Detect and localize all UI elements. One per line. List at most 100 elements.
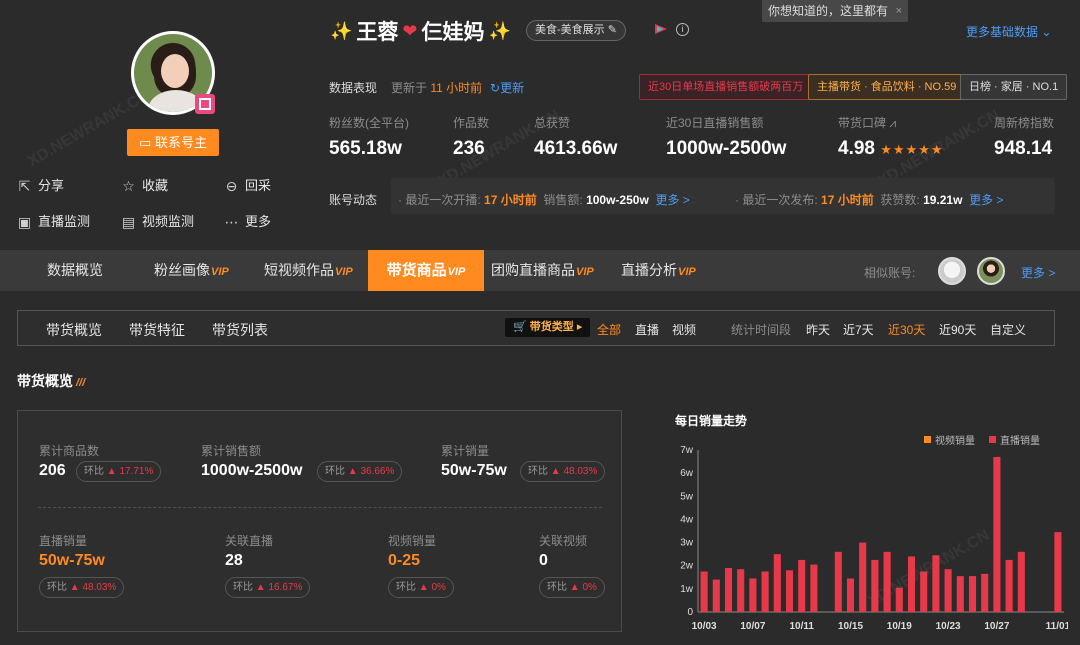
tooltip-close-icon[interactable]: × — [896, 0, 902, 22]
period-90-days[interactable]: 近90天 — [939, 321, 976, 338]
period-7-days[interactable]: 近7天 — [843, 321, 874, 338]
sparkle-icon: ✨ — [488, 20, 511, 41]
bar-live — [724, 568, 733, 612]
period-custom[interactable]: 自定义 — [990, 321, 1026, 338]
x-tick-label: 11/01 — [1046, 621, 1068, 632]
star-icon: ☆ — [122, 177, 135, 194]
metric-label: 累计销售额 — [201, 444, 262, 458]
period-30-days[interactable]: 近30天 — [888, 321, 925, 338]
live-more-link[interactable]: 更多 > — [655, 193, 689, 207]
metric-value: 28 — [225, 552, 243, 569]
bar-live — [968, 576, 977, 612]
x-tick-label: 10/23 — [936, 621, 961, 632]
change-chip: 环比 ▲ 0% — [388, 577, 454, 598]
video-monitor-button[interactable]: ▤ 视频监测 — [121, 212, 194, 232]
metric-value: 0-25 — [388, 552, 421, 569]
bar-live — [920, 571, 928, 612]
edit-icon: ✎ — [607, 24, 617, 36]
x-tick-label: 10/15 — [838, 621, 863, 632]
period-yesterday[interactable]: 昨天 — [806, 321, 830, 338]
change-chip: 环比 ▲ 17.71% — [76, 461, 162, 482]
x-tick-label: 10/11 — [789, 621, 814, 632]
recollect-button[interactable]: ⊖ 回采 — [224, 176, 271, 196]
share-icon: ⇱ — [18, 177, 31, 194]
similar-accounts-label: 相似账号: — [864, 266, 916, 280]
tab-group-live-products[interactable]: 团购直播商品VIP — [491, 250, 594, 291]
cart-icon: 🛒 — [513, 321, 527, 333]
tab-products[interactable]: 带货商品VIP — [368, 250, 484, 291]
y-tick-label: 1w — [680, 584, 694, 595]
subtab-features[interactable]: 带货特征 — [129, 320, 185, 340]
category-tag[interactable]: 美食-美食展示 ✎ — [526, 20, 626, 41]
refresh-button[interactable]: ↻更新 — [490, 79, 524, 96]
bar-live — [883, 551, 891, 612]
tab-fan-profile[interactable]: 粉丝画像VIP — [154, 250, 229, 291]
tab-short-videos[interactable]: 短视频作品VIP — [264, 250, 353, 291]
bar-live — [773, 554, 781, 612]
panel-divider — [38, 507, 602, 508]
info-icon[interactable]: i — [676, 23, 689, 36]
filter-video[interactable]: 视频 — [672, 321, 696, 338]
share-button[interactable]: ⇱ 分享 — [17, 176, 64, 196]
y-tick-label: 2w — [680, 561, 694, 572]
bar-live — [907, 556, 916, 612]
more-icon: ⋯ — [224, 213, 239, 230]
dynamics-label: 账号动态 — [329, 193, 378, 207]
similar-account-avatar[interactable] — [977, 257, 1005, 285]
performance-label: 数据表现 — [329, 81, 378, 95]
refresh-icon: ↻ — [490, 81, 501, 95]
change-chip: 环比 ▲ 36.66% — [317, 461, 403, 482]
account-name: ✨ 王蓉 ❤ 仨娃妈 ✨ — [330, 20, 511, 45]
metric-value: 0 — [539, 552, 548, 569]
subtab-list[interactable]: 带货列表 — [212, 320, 268, 340]
contact-owner-button[interactable]: ▭ 联系号主 — [127, 129, 219, 156]
more-actions-button[interactable]: ⋯ 更多 — [224, 212, 272, 232]
subtab-overview[interactable]: 带货概览 — [46, 320, 102, 340]
tooltip-text: 你想知道的，这里都有 — [768, 4, 889, 18]
period-label: 统计时间段 — [731, 323, 792, 337]
daily-rank-badge: 日榜 · 家居 · NO.1 — [960, 74, 1068, 100]
bar-live — [956, 576, 964, 612]
filter-live[interactable]: 直播 — [635, 321, 659, 338]
post-more-link[interactable]: 更多 > — [969, 193, 1003, 207]
chevron-down-icon: ⌄ — [1041, 25, 1052, 39]
qr-code-icon[interactable] — [195, 94, 215, 114]
section-title: 带货概览/// — [17, 373, 86, 389]
change-chip: 环比 ▲ 16.67% — [225, 577, 311, 598]
overview-panel — [17, 410, 622, 632]
bar-live — [834, 551, 842, 612]
sparkle-icon: ✨ — [330, 20, 353, 41]
bar-live — [761, 571, 769, 612]
stat-value: 4.98 ★★★★★ — [838, 138, 944, 159]
change-chip: 环比 ▲ 48.03% — [520, 461, 606, 482]
bar-live — [895, 587, 903, 612]
favorite-button[interactable]: ☆ 收藏 — [121, 176, 168, 196]
y-tick-label: 6w — [680, 468, 694, 479]
metric-label: 关联直播 — [225, 534, 274, 548]
product-type-badge: 🛒 带货类型 ▸ — [505, 318, 591, 337]
last-post-info: · 最近一次发布: 17 小时前 获赞数: 19.21w 更多 > — [735, 193, 1004, 207]
more-similar-link[interactable]: 更多 > — [1021, 264, 1055, 281]
tab-live-analysis[interactable]: 直播分析VIP — [621, 250, 696, 291]
metric-label: 累计商品数 — [39, 444, 100, 458]
stat-label: 周新榜指数 — [994, 116, 1055, 130]
tab-data-overview[interactable]: 数据概览 — [47, 250, 103, 291]
stat-value: 948.14 — [994, 138, 1053, 159]
more-basic-data-link[interactable]: 更多基础数据 ⌄ — [966, 23, 1051, 40]
similar-account-avatar[interactable] — [938, 257, 966, 285]
metric-value: 50w-75w — [39, 552, 105, 569]
stat-label: 带货口碑 ⩘ — [838, 116, 897, 130]
stat-value: 565.18w — [329, 138, 402, 159]
bar-live — [700, 571, 708, 612]
stat-label: 粉丝数(全平台) — [329, 116, 409, 130]
video-monitor-icon: ▤ — [121, 213, 136, 230]
category-rank-badge: 主播带货 · 食品饮料 · NO.59 — [808, 74, 966, 100]
live-monitor-button[interactable]: ▣ 直播监测 — [17, 212, 90, 232]
stat-value: 236 — [453, 138, 485, 159]
stat-label: 总获赞 — [534, 116, 571, 130]
sales-record-badge: 近30日单场直播销售额破两百万 — [639, 74, 813, 100]
stat-label: 近30日直播销售额 — [666, 116, 764, 130]
live-monitor-icon: ▣ — [17, 213, 32, 230]
filter-all[interactable]: 全部 — [597, 321, 621, 338]
bar-live — [932, 555, 940, 612]
